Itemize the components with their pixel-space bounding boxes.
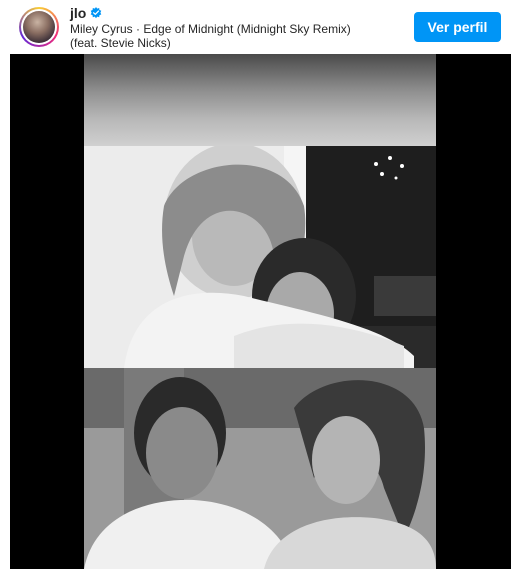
instagram-post-embed: jlo Miley Cyrus · Edge of Midnight (Midn… [0,0,521,569]
username-row: jlo [70,5,102,21]
avatar-photo [23,11,55,43]
audio-track-label[interactable]: Miley Cyrus · Edge of Midnight (Midnight… [70,22,380,50]
view-profile-button[interactable]: Ver perfil [414,12,501,42]
photo-panel-middle [84,146,436,368]
verified-badge-icon [91,7,102,19]
photo-bottom-illustration [84,368,436,569]
avatar-ring [21,9,57,45]
photo-panel-top [84,54,436,146]
post-media[interactable] [10,54,511,569]
photo-middle-illustration [84,146,436,368]
photo-panel-bottom [84,368,436,569]
post-header: jlo Miley Cyrus · Edge of Midnight (Midn… [0,0,521,54]
profile-avatar[interactable] [19,7,59,47]
username-link[interactable]: jlo [70,5,86,21]
